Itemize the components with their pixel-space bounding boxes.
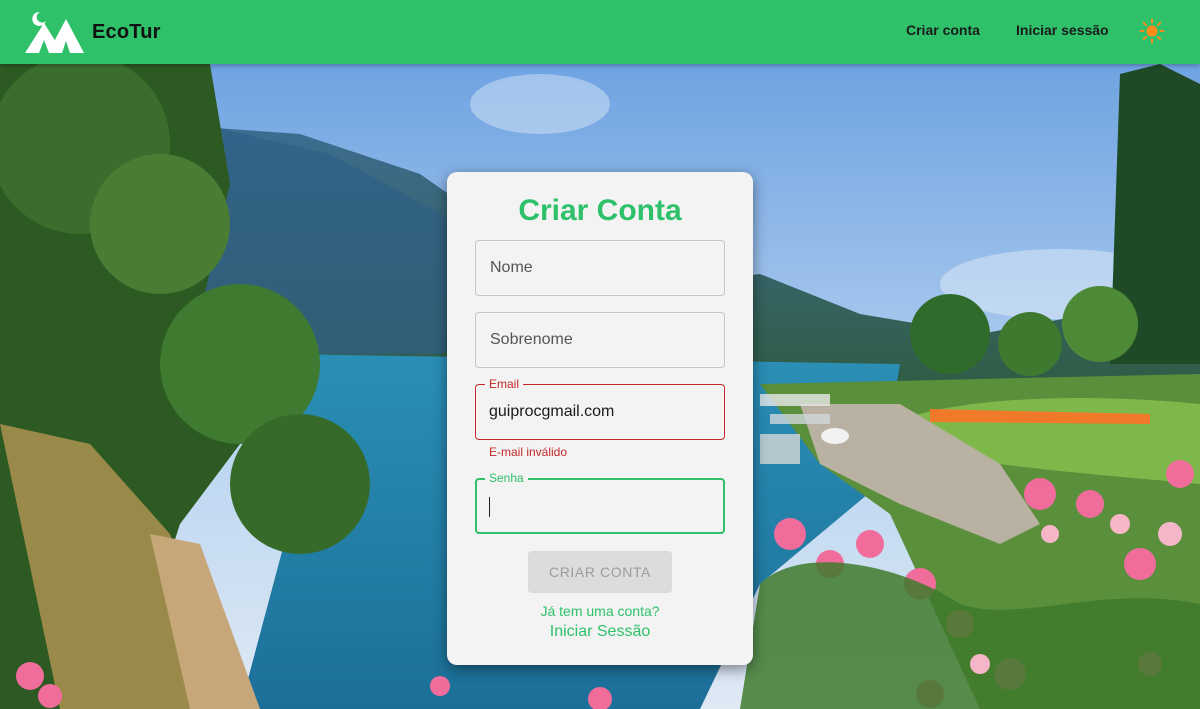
theme-toggle-button[interactable]: [1139, 18, 1165, 49]
have-account-text: Já tem uma conta?: [540, 603, 660, 619]
create-account-card: Criar Conta Nome Sobrenome Email guiproc…: [447, 172, 753, 665]
text-cursor: [489, 497, 490, 517]
email-value: guiprocgmail.com: [489, 403, 615, 420]
brand-home-link[interactable]: EcoTur: [24, 10, 161, 54]
login-link[interactable]: Iniciar Sessão: [447, 623, 753, 641]
form-title: Criar Conta: [518, 194, 682, 227]
email-error-text: E-mail inválido: [489, 445, 568, 459]
email-field[interactable]: Email guiprocgmail.com: [475, 377, 725, 440]
password-label: Senha: [485, 471, 528, 485]
first-name-placeholder: Nome: [490, 259, 533, 276]
nav-create-account-link[interactable]: Criar conta: [906, 22, 980, 38]
last-name-placeholder: Sobrenome: [490, 331, 573, 348]
sun-icon: [1139, 18, 1165, 44]
tent-logo-icon: [25, 11, 84, 53]
password-field[interactable]: Senha: [475, 471, 725, 534]
first-name-field[interactable]: Nome: [475, 240, 725, 296]
email-label: Email: [485, 377, 524, 391]
last-name-field[interactable]: Sobrenome: [475, 312, 725, 368]
nav-login-link[interactable]: Iniciar sessão: [1016, 22, 1109, 38]
create-account-button[interactable]: CRIAR CONTA: [528, 551, 672, 593]
app-bar: EcoTur Criar conta Iniciar sessão: [0, 0, 1200, 64]
brand-name: EcoTur: [92, 20, 161, 43]
